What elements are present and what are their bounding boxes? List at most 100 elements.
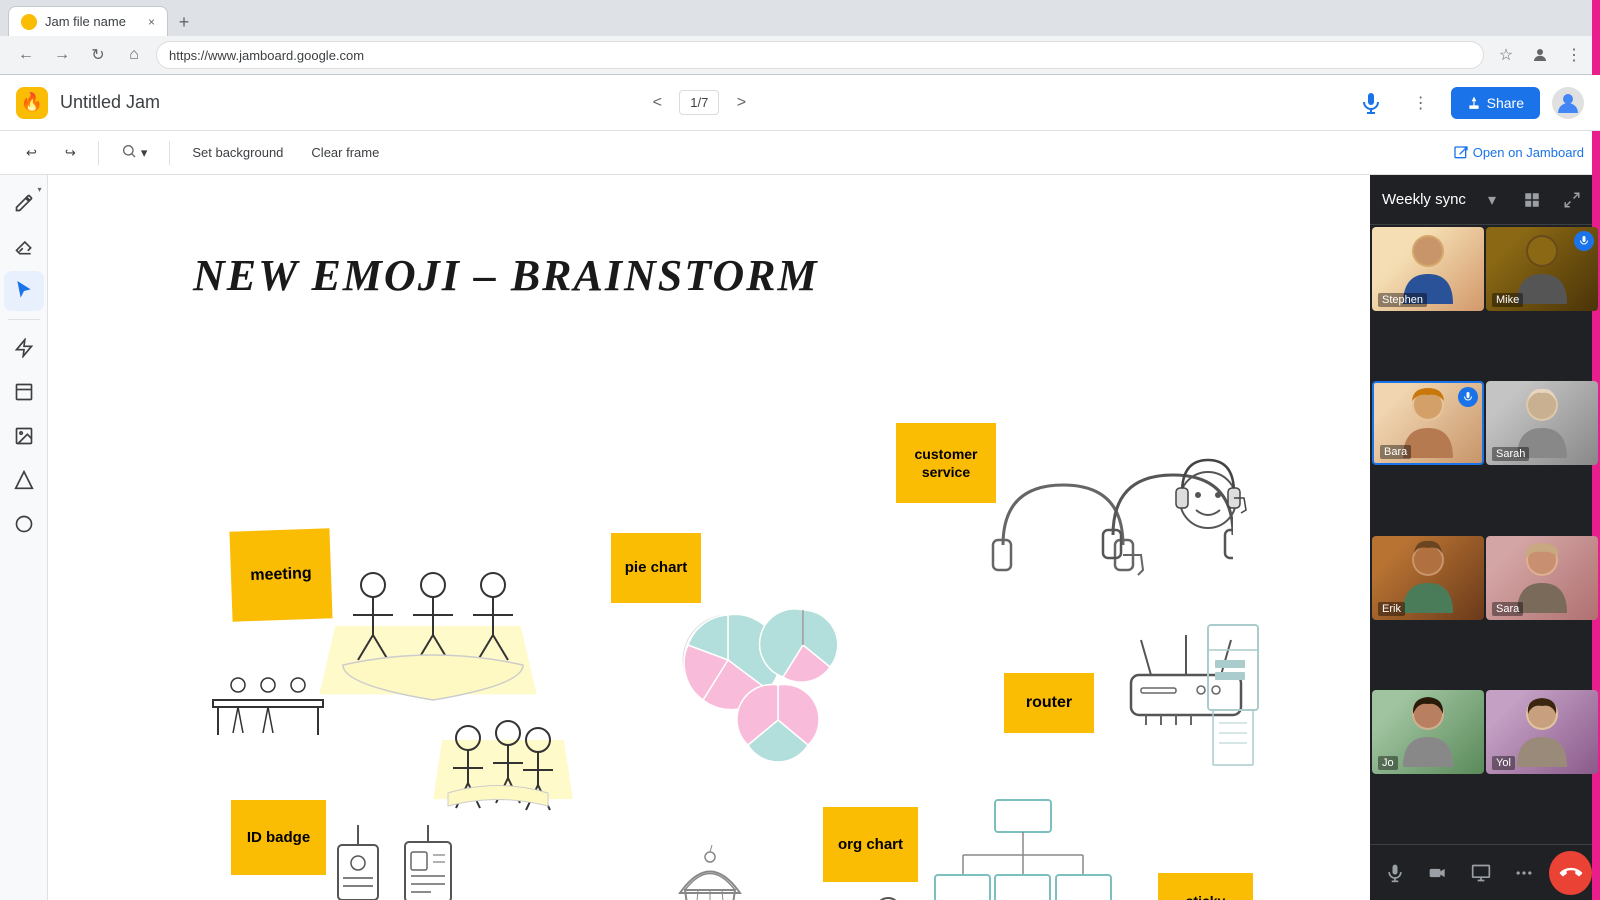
meeting-grid-btn[interactable] (1516, 184, 1548, 216)
whiteboard-content: NEW EMOJI – BRAINSTORM meeting pie chart… (48, 175, 1370, 900)
home-btn[interactable]: ⌂ (120, 41, 148, 69)
sticky-meeting[interactable]: meeting (229, 528, 332, 621)
frame-indicator[interactable]: 1/7 (679, 90, 719, 115)
user-avatar[interactable] (1552, 87, 1584, 119)
participant-stephen: Stephen (1372, 227, 1484, 311)
mike-name: Mike (1492, 293, 1523, 307)
small-desk-illustration (208, 665, 328, 745)
sticky-note-tool[interactable] (4, 372, 44, 412)
logo-icon: 🔥 (21, 92, 43, 113)
app-title[interactable]: Untitled Jam (60, 92, 631, 113)
dropdown-icon: ▾ (1488, 190, 1496, 210)
present-btn[interactable] (1464, 855, 1499, 891)
jo-name: Jo (1378, 756, 1398, 770)
tab-title: Jam file name (45, 14, 126, 29)
person-standing (848, 895, 928, 900)
back-btn[interactable]: ← (12, 41, 40, 69)
forward-btn[interactable]: → (48, 41, 76, 69)
clear-frame-btn[interactable]: Clear frame (301, 139, 389, 166)
undo-icon: ↩ (26, 145, 37, 161)
browser-chrome: Jam file name × + ← → ↻ ⌂ https://www.ja… (0, 0, 1600, 75)
frame-next-btn[interactable]: > (727, 89, 755, 117)
participant-jo: Jo (1372, 690, 1484, 774)
eraser-tool[interactable] (4, 227, 44, 267)
redo-btn[interactable]: ↪ (55, 139, 86, 167)
meeting-header: Weekly sync ▾ (1370, 175, 1600, 225)
select-tool[interactable] (4, 271, 44, 311)
sticky-id-badge[interactable]: ID badge (231, 800, 326, 875)
toolbar-divider (98, 141, 99, 165)
video-camera-btn[interactable] (1421, 855, 1456, 891)
open-jamboard-btn[interactable]: Open on Jamboard (1453, 145, 1584, 161)
board-title: NEW EMOJI – BRAINSTORM (193, 250, 819, 301)
group-illustration (438, 718, 558, 818)
tool-divider-1 (8, 319, 40, 320)
browser-controls: ← → ↻ ⌂ https://www.jamboard.google.com … (0, 36, 1600, 75)
more-options-btn[interactable]: ⋮ (1403, 85, 1439, 121)
set-background-btn[interactable]: Set background (182, 139, 293, 166)
mike-speaking-indicator (1574, 231, 1594, 251)
right-panel: Weekly sync ▾ (1370, 175, 1600, 900)
pie-charts-illustration (668, 595, 848, 765)
muffin-illustration (670, 835, 750, 900)
bara-name: Bara (1380, 445, 1411, 459)
tab-close-btn[interactable]: × (148, 15, 155, 29)
sticky-org-chart[interactable]: org chart (823, 807, 918, 882)
image-tool[interactable] (4, 416, 44, 456)
id-badge-illustration (323, 820, 463, 900)
meeting-expand-btn[interactable] (1556, 184, 1588, 216)
mic-button[interactable] (1351, 83, 1391, 123)
erik-name: Erik (1378, 602, 1405, 616)
undo-btn[interactable]: ↩ (16, 139, 47, 167)
yol-name: Yol (1492, 756, 1515, 770)
profile-btn[interactable] (1526, 41, 1554, 69)
laser-tool[interactable] (4, 328, 44, 368)
active-tab[interactable]: Jam file name × (8, 6, 168, 36)
share-button[interactable]: Share (1451, 87, 1540, 119)
open-jamboard-label: Open on Jamboard (1473, 145, 1584, 160)
app-logo: 🔥 (16, 87, 48, 119)
participant-erik: Erik (1372, 536, 1484, 620)
top-toolbar: 🔥 Untitled Jam < 1/7 > ⋮ Share (0, 75, 1600, 131)
circle-tool[interactable] (4, 504, 44, 544)
meeting-dropdown-btn[interactable]: ▾ (1476, 184, 1508, 216)
meeting-illustration (323, 560, 543, 740)
browser-actions: ☆ ⋮ (1492, 41, 1588, 69)
frame-prev-btn[interactable]: < (643, 89, 671, 117)
tab-favicon (21, 14, 37, 30)
shape-tool[interactable] (4, 460, 44, 500)
stephen-name: Stephen (1378, 293, 1427, 307)
refresh-btn[interactable]: ↻ (84, 41, 112, 69)
extensions-btn[interactable]: ⋮ (1560, 41, 1588, 69)
redo-icon: ↪ (65, 145, 76, 161)
participant-bara: Bara (1372, 381, 1484, 465)
main-content: ▾ (0, 175, 1600, 900)
url-text: https://www.jamboard.google.com (169, 48, 364, 63)
sticky-customer-service[interactable]: customer service (896, 423, 996, 503)
participant-sara: Sara (1486, 536, 1598, 620)
video-more-btn[interactable] (1507, 855, 1542, 891)
frame-nav: < 1/7 > (643, 89, 755, 117)
video-mic-btn[interactable] (1378, 855, 1413, 891)
browser-tabs: Jam file name × + (0, 0, 1600, 36)
whiteboard[interactable]: NEW EMOJI – BRAINSTORM meeting pie chart… (48, 175, 1370, 900)
hangup-button[interactable] (1549, 851, 1592, 895)
share-label: Share (1487, 95, 1524, 111)
secondary-toolbar: ↩ ↪ ▾ Set background Clear frame Open on… (0, 131, 1600, 175)
participant-mike: Mike (1486, 227, 1598, 311)
sara-name: Sara (1492, 602, 1523, 616)
customer-service-person (1168, 455, 1248, 555)
bookmark-btn[interactable]: ☆ (1492, 41, 1520, 69)
zoom-icon (121, 143, 137, 162)
sticky-sticky-note[interactable]: sticky note (1158, 873, 1253, 900)
new-tab-btn[interactable]: + (170, 8, 198, 36)
app-container: 🔥 Untitled Jam < 1/7 > ⋮ Share ↩ ↪ (0, 75, 1600, 900)
participant-sarah: Sarah (1486, 381, 1598, 465)
zoom-btn[interactable]: ▾ (111, 137, 158, 168)
video-controls (1370, 844, 1600, 900)
sticky-pie-chart[interactable]: pie chart (611, 533, 701, 603)
address-bar[interactable]: https://www.jamboard.google.com (156, 41, 1484, 69)
sticky-router[interactable]: router (1004, 673, 1094, 733)
pen-tool[interactable]: ▾ (4, 183, 44, 223)
sarah-name: Sarah (1492, 447, 1529, 461)
